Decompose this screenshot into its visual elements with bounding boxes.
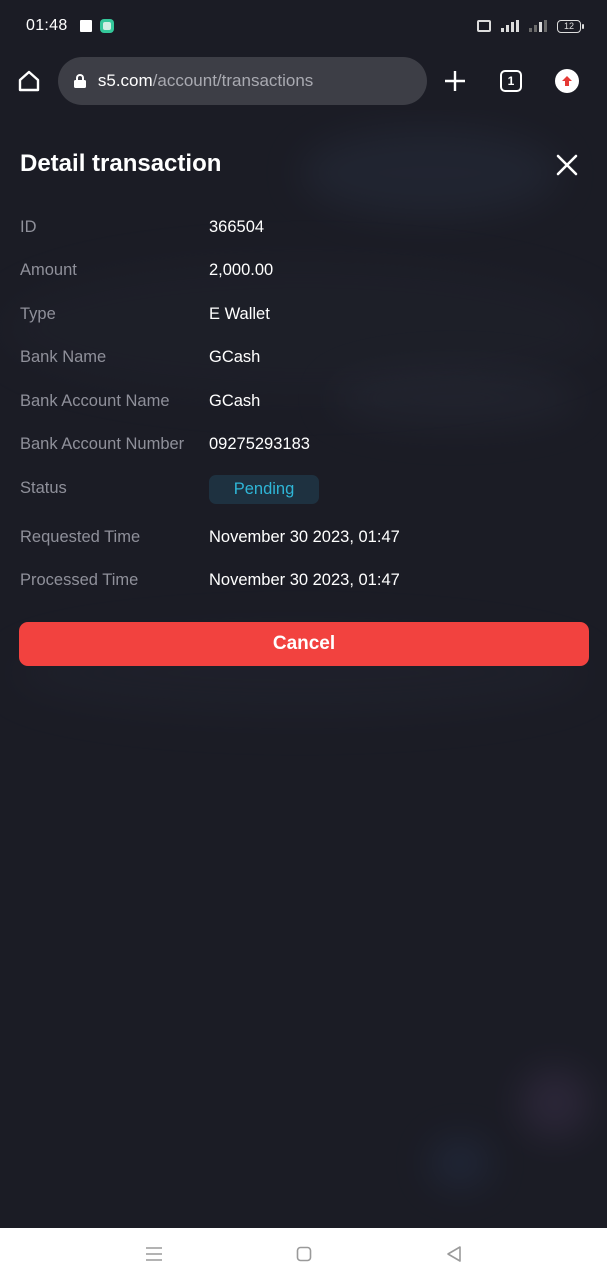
- nav-back-button[interactable]: [434, 1234, 474, 1274]
- detail-label: ID: [20, 218, 37, 236]
- detail-value: GCash: [209, 348, 261, 366]
- tabs-icon: 1: [500, 70, 522, 92]
- nav-menu-button[interactable]: [134, 1234, 174, 1274]
- home-icon: [18, 70, 40, 92]
- plus-icon: [445, 71, 465, 91]
- detail-value: 09275293183: [209, 435, 310, 453]
- lock-icon: [73, 74, 86, 88]
- signal-icon: [501, 20, 519, 32]
- phone-screen: 01:48 12 s5.com/account/transactions 1 D…: [0, 0, 607, 1280]
- address-bar[interactable]: s5.com/account/transactions: [57, 57, 427, 105]
- detail-row-amount: Amount 2,000.00: [0, 257, 607, 287]
- detail-label: Status: [20, 479, 67, 497]
- url-text: s5.com/account/transactions: [98, 71, 313, 91]
- modal-header: Detail transaction: [0, 110, 607, 218]
- url-domain: s5.com: [97, 71, 153, 90]
- detail-label: Processed Time: [20, 571, 139, 589]
- detail-value: E Wallet: [209, 305, 270, 323]
- detail-value: November 30 2023, 01:47: [209, 571, 400, 589]
- square-icon: [296, 1246, 311, 1262]
- status-bar: 01:48 12: [0, 0, 607, 52]
- cancel-button[interactable]: Cancel: [19, 622, 589, 666]
- menu-icon: [145, 1247, 162, 1261]
- detail-label: Requested Time: [20, 528, 141, 546]
- detail-label: Bank Account Name: [20, 392, 170, 410]
- transaction-detail-modal: Detail transaction ID 366504 Amount 2,00…: [0, 110, 607, 666]
- new-tab-button[interactable]: [427, 57, 483, 105]
- status-time: 01:48: [26, 17, 68, 34]
- url-path: /account/transactions: [152, 71, 314, 90]
- vibrate-icon: [477, 20, 491, 32]
- detail-row-type: Type E Wallet: [0, 301, 607, 331]
- detail-row-bank-account-number: Bank Account Number 09275293183: [0, 431, 607, 461]
- battery-icon: 12: [557, 19, 584, 33]
- detail-value: GCash: [209, 392, 261, 410]
- browser-toolbar: s5.com/account/transactions 1: [0, 52, 607, 110]
- nav-home-button[interactable]: [284, 1234, 324, 1274]
- modal-title: Detail transaction: [20, 150, 222, 177]
- extension-button[interactable]: [539, 57, 595, 105]
- upload-arrow-icon: [555, 69, 579, 93]
- detail-row-bank-name: Bank Name GCash: [0, 344, 607, 374]
- browser-actions: 1: [427, 57, 595, 105]
- app-notification-icon: [99, 19, 114, 33]
- detail-label: Bank Name: [20, 348, 107, 366]
- detail-value: 366504: [209, 218, 265, 236]
- detail-label: Amount: [20, 261, 77, 279]
- detail-value: 2,000.00: [209, 261, 274, 279]
- detail-value: November 30 2023, 01:47: [209, 528, 400, 546]
- close-icon: [556, 154, 578, 176]
- status-indicators: 12: [477, 19, 584, 33]
- home-button[interactable]: [0, 52, 58, 110]
- tabs-button[interactable]: 1: [483, 57, 539, 105]
- detail-label: Bank Account Number: [20, 435, 185, 453]
- close-button[interactable]: [550, 148, 584, 182]
- back-triangle-icon: [446, 1246, 461, 1262]
- detail-row-requested-time: Requested Time November 30 2023, 01:47: [0, 524, 607, 554]
- notification-square-icon: [79, 20, 92, 32]
- detail-row-status: Status Pending: [0, 475, 607, 505]
- detail-row-id: ID 366504: [0, 214, 607, 244]
- system-nav-bar: [0, 1228, 607, 1280]
- status-badge: Pending: [209, 475, 319, 504]
- detail-row-bank-account-name: Bank Account Name GCash: [0, 388, 607, 418]
- signal-secondary-icon: [529, 20, 547, 32]
- detail-row-processed-time: Processed Time November 30 2023, 01:47: [0, 567, 607, 597]
- detail-label: Type: [20, 305, 56, 323]
